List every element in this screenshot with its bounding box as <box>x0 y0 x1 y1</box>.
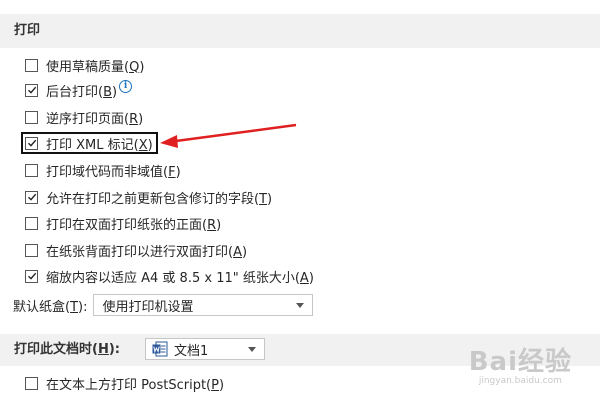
checkbox-draft-quality[interactable] <box>25 58 38 72</box>
option-update-tracked-fields[interactable]: 允许在打印之前更新包含修订的字段(T) <box>25 186 272 208</box>
info-icon[interactable]: i <box>119 79 133 93</box>
document-select-value: 文档1 <box>174 343 209 359</box>
option-label: 在纸张背面打印以进行双面打印(A) <box>46 244 248 260</box>
checkbox-update-tracked-fields[interactable] <box>25 190 38 204</box>
option-label: 逆序打印页面(R) <box>46 111 144 127</box>
checkmark-icon <box>27 193 36 201</box>
default-tray-value: 使用打印机设置 <box>102 299 194 315</box>
default-tray-row: 默认纸盒(T): 使用打印机设置 <box>13 293 314 317</box>
option-postscript-over-text[interactable]: 在文本上方打印 PostScript(P) <box>25 372 224 394</box>
option-label: 允许在打印之前更新包含修订的字段(T) <box>46 191 273 207</box>
option-label: 缩放内容以适应 A4 或 8.5 x 11" 纸张大小(A) <box>46 270 314 286</box>
print-section-header: 打印 <box>0 14 600 48</box>
checkbox-postscript-over-text[interactable] <box>25 376 38 390</box>
option-field-codes[interactable]: 打印域代码而非域值(F) <box>25 159 181 181</box>
chevron-down-icon <box>248 347 256 352</box>
option-background-printing[interactable]: 后台打印(B) i <box>25 79 133 101</box>
checkbox-scale-to-paper[interactable] <box>25 269 38 283</box>
checkbox-print-back-duplex[interactable] <box>25 243 38 257</box>
print-section-title: 打印 <box>14 23 41 38</box>
word-document-icon <box>152 341 168 357</box>
option-print-front-duplex[interactable]: 打印在双面打印纸张的正面(R) <box>25 212 221 234</box>
option-label: 使用草稿质量(Q) <box>46 59 145 75</box>
checkbox-print-front-duplex[interactable] <box>25 216 38 230</box>
watermark: Bai经验 jingyan.baidu.com <box>469 341 572 386</box>
option-label: 打印在双面打印纸张的正面(R) <box>46 217 222 233</box>
option-draft-quality[interactable]: 使用草稿质量(Q) <box>25 54 144 76</box>
print-document-section-title: 打印此文档时(H): <box>14 342 120 357</box>
option-label: 后台打印(B) <box>46 84 118 100</box>
checkbox-reverse-order[interactable] <box>25 110 38 124</box>
annotation-highlight-box <box>21 132 158 154</box>
option-label: 在文本上方打印 PostScript(P) <box>46 377 225 393</box>
option-label: 打印域代码而非域值(F) <box>46 164 181 180</box>
chevron-down-icon <box>296 303 305 308</box>
default-tray-label: 默认纸盒(T): <box>13 299 88 315</box>
watermark-url: jingyan.baidu.com <box>478 376 562 386</box>
option-reverse-order[interactable]: 逆序打印页面(R) <box>25 106 143 128</box>
document-select[interactable]: 文档1 <box>145 338 265 360</box>
checkbox-field-codes[interactable] <box>25 163 38 177</box>
checkmark-icon <box>27 86 36 94</box>
watermark-logo: Bai经验 <box>468 347 572 377</box>
checkbox-background-printing[interactable] <box>25 83 38 97</box>
option-scale-to-paper[interactable]: 缩放内容以适应 A4 或 8.5 x 11" 纸张大小(A) <box>25 265 314 287</box>
checkmark-icon <box>27 272 36 280</box>
default-tray-select[interactable]: 使用打印机设置 <box>93 294 314 316</box>
option-print-back-duplex[interactable]: 在纸张背面打印以进行双面打印(A) <box>25 239 247 261</box>
